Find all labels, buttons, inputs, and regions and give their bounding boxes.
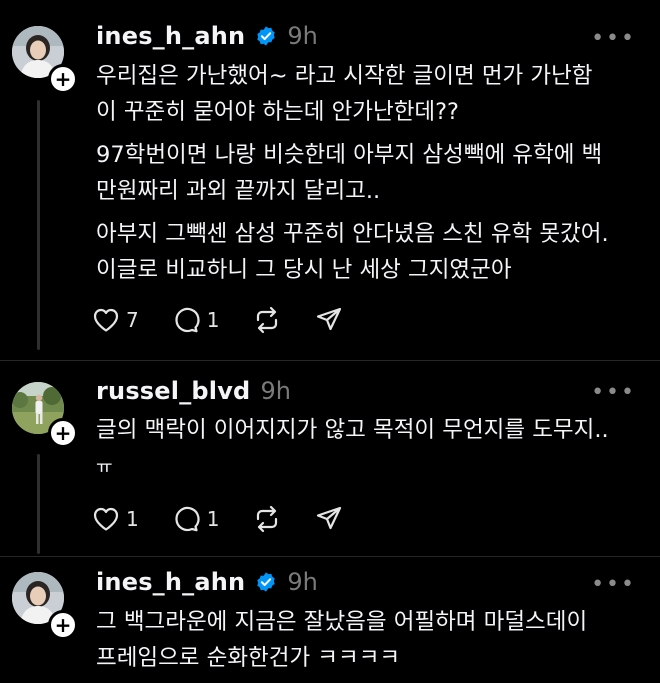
action-bar: 7 1 [92,306,377,334]
post-text: 글의 맥락이 이어지지가 않고 목적이 무언지를 도무지.. ㅠ [96,412,640,493]
more-options-icon[interactable]: ••• [591,380,636,405]
follow-plus-button[interactable]: + [48,64,78,94]
text-paragraph: 97학번이면 나랑 비슷한데 아부지 삼성빽에 유학에 백 만원짜리 과외 끝까지… [96,142,603,204]
verified-badge-icon [257,26,276,46]
repost-icon [257,505,278,533]
post-text: 우리집은 가난했어~ 라고 시작한 글이면 먼가 가난함 이 꾸준히 묻어야 하는… [96,58,640,295]
reply-count: 1 [206,507,220,531]
more-options-icon[interactable]: ••• [591,26,636,51]
heart-icon [93,507,119,531]
like-count: 7 [126,308,139,332]
send-icon [317,307,342,331]
post-header: ines_h_ahn 9h [96,568,318,596]
send-icon [317,506,342,530]
timestamp: 9h [260,377,291,405]
text-paragraph: 글의 맥락이 이어지지가 않고 목적이 무언지를 도무지.. ㅠ [96,417,609,478]
reply-button[interactable]: 1 [173,505,220,533]
text-paragraph: 아부지 그빽센 삼성 꾸준히 안다녔음 스친 유학 못갔어. 이글로 비교하니 그… [96,221,609,283]
comment-icon [175,506,200,532]
follow-plus-button[interactable]: + [48,418,78,448]
post-header: russel_blvd 9h [96,377,291,405]
heart-icon [93,308,119,332]
comment-icon [175,307,200,333]
post-header: ines_h_ahn 9h [96,22,318,50]
share-button[interactable] [315,505,343,533]
thread-line [37,100,40,350]
username[interactable]: russel_blvd [96,377,250,405]
share-button[interactable] [315,306,343,334]
repost-button[interactable] [253,306,281,334]
text-paragraph: 우리집은 가난했어~ 라고 시작한 글이면 먼가 가난함 이 꾸준히 묻어야 하는… [96,63,593,125]
like-button[interactable]: 7 [92,307,139,333]
reply-count: 1 [206,308,220,332]
more-options-icon[interactable]: ••• [591,572,636,597]
action-bar: 1 1 [92,505,377,533]
follow-plus-button[interactable]: + [48,610,78,640]
timestamp: 9h [287,22,318,50]
repost-button[interactable] [253,505,281,533]
post-3: + ines_h_ahn 9h ••• 그 백그라운에 지금은 잘났음을 어필하… [0,556,660,681]
verified-badge-icon [257,572,276,592]
username[interactable]: ines_h_ahn [96,22,245,50]
post-1: + ines_h_ahn 9h ••• 우리집은 가난했어~ 라고 시작한 글이… [0,0,660,360]
thread-line [37,454,40,554]
repost-icon [257,306,278,334]
post-text: 그 백그라운에 지금은 잘났음을 어필하며 마덜스데이 프레임으로 순화한건가 ㅋ… [96,604,640,683]
username[interactable]: ines_h_ahn [96,568,245,596]
timestamp: 9h [287,568,318,596]
post-2: + russel_blvd 9h ••• 글의 맥락이 이어지지가 않고 목적이… [0,360,660,565]
like-count: 1 [126,507,139,531]
text-paragraph: 그 백그라운에 지금은 잘났음을 어필하며 마덜스데이 프레임으로 순화한건가 ㅋ… [96,609,588,671]
reply-button[interactable]: 1 [173,306,220,334]
like-button[interactable]: 1 [92,506,139,532]
